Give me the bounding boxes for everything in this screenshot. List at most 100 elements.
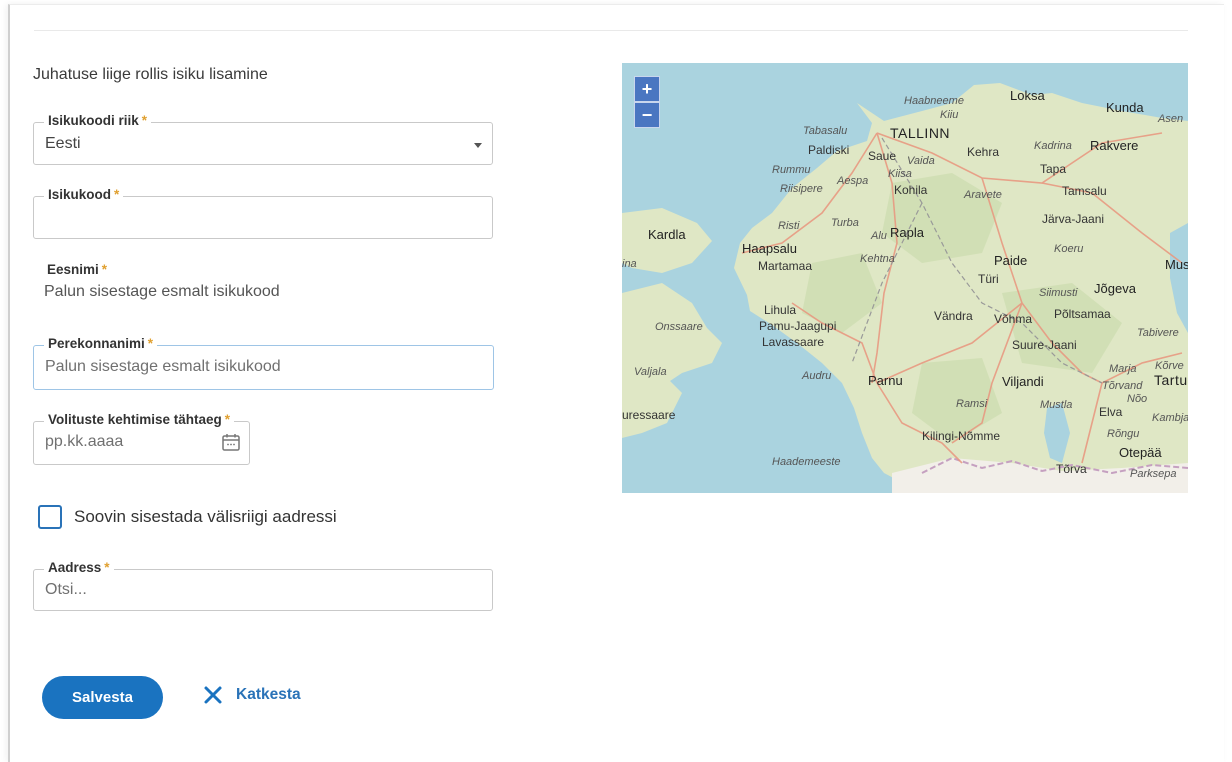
- map-place: Kehtna: [860, 253, 895, 265]
- map-place: Kadrina: [1034, 140, 1072, 152]
- map-place: Kambja: [1152, 412, 1188, 424]
- country-value: Eesti: [45, 135, 81, 152]
- map-place: Suure-Jaani: [1012, 338, 1077, 352]
- map-place: Paldiski: [808, 143, 850, 157]
- zoom-out-button[interactable]: −: [634, 102, 660, 128]
- map-place: Aespa: [837, 175, 869, 187]
- validity-date-label: Volituste kehtimise tähtaeg *: [44, 412, 235, 427]
- map-place: uressaare: [622, 408, 676, 422]
- map-place: Rõngu: [1107, 428, 1140, 440]
- zoom-control: + −: [634, 76, 660, 128]
- foreign-address-label[interactable]: Soovin sisestada välisriigi aadressi: [74, 507, 337, 527]
- first-name-label: Eesnimi *: [47, 262, 108, 277]
- calendar-icon[interactable]: [221, 432, 241, 452]
- map-place: Siimusti: [1039, 287, 1078, 299]
- map-place: Valjala: [634, 366, 667, 378]
- first-name-value: Palun sisestage esmalt isikukood: [44, 283, 280, 300]
- map-place: Martamaa: [758, 259, 813, 273]
- map-place: Tartu: [1154, 372, 1188, 388]
- map-place: Järva-Jaani: [1042, 212, 1105, 226]
- map-place: Rapla: [890, 225, 924, 240]
- map-place: Risti: [778, 220, 800, 232]
- map-place: Lihula: [764, 303, 797, 317]
- required-marker: *: [114, 187, 120, 202]
- country-select[interactable]: Isikukoodi riik * Eesti: [33, 113, 493, 165]
- map-place: Riisipere: [780, 183, 823, 195]
- map-place: Kohila: [894, 183, 928, 197]
- map-place: Onssaare: [655, 321, 703, 333]
- map-place: ina: [622, 258, 637, 270]
- country-label: Isikukoodi riik *: [44, 113, 152, 128]
- map-place: Vändra: [934, 309, 973, 323]
- map-place: Marja: [1109, 363, 1137, 375]
- zoom-in-button[interactable]: +: [634, 76, 660, 102]
- map-place: Viljandi: [1002, 374, 1044, 389]
- top-divider: [34, 30, 1188, 31]
- map-place: Alu: [871, 230, 887, 242]
- map-place: Loksa: [1010, 88, 1045, 103]
- map-place: Kunda: [1106, 100, 1144, 115]
- map-place: Paide: [994, 253, 1028, 268]
- map-place: Tabasalu: [803, 125, 848, 137]
- map-view[interactable]: + − Loksa Haabneeme Kiiu Kunda Asen Taba…: [622, 63, 1188, 493]
- last-name-label: Perekonnanimi *: [44, 336, 158, 351]
- map-place: Kõrve: [1155, 360, 1184, 372]
- map-place: Parksepa: [1130, 468, 1177, 480]
- map-place: Aravete: [964, 189, 1002, 201]
- map-place: Tamsalu: [1062, 184, 1107, 198]
- map-place: Rakvere: [1090, 138, 1139, 153]
- map-place: Tapa: [1040, 162, 1067, 176]
- foreign-address-row[interactable]: Soovin sisestada välisriigi aadressi: [38, 505, 337, 529]
- map-place: Rummu: [772, 164, 811, 176]
- validity-date-input[interactable]: Volituste kehtimise tähtaeg * pp.kk.aaaa: [33, 412, 250, 465]
- map-place: Mus: [1165, 257, 1188, 272]
- map-place: Elva: [1099, 405, 1123, 419]
- map-place: Mustla: [1040, 399, 1073, 411]
- map-place: Lavassaare: [762, 335, 825, 349]
- address-placeholder: Otsi...: [45, 581, 87, 598]
- map-place: Põltsamaa: [1054, 307, 1111, 321]
- map-place: Saue: [868, 149, 897, 163]
- map-place: Asen: [1158, 113, 1184, 125]
- foreign-address-checkbox[interactable]: [38, 505, 62, 529]
- map-place: Jõgeva: [1094, 281, 1136, 296]
- map-place: Tabivere: [1137, 327, 1179, 339]
- map-place: Tõrvand: [1102, 380, 1143, 392]
- required-marker: *: [141, 113, 148, 128]
- required-marker: *: [224, 412, 231, 427]
- cancel-button[interactable]: Katkesta: [202, 684, 301, 706]
- required-marker: *: [101, 262, 108, 277]
- map-place: Võhma: [994, 312, 1033, 326]
- map-place: Turba: [831, 217, 859, 229]
- chevron-down-icon: [474, 143, 482, 148]
- map-place: Kardla: [648, 227, 686, 242]
- map-place: Haapsalu: [742, 241, 797, 256]
- map-place: Audru: [802, 370, 832, 382]
- required-marker: *: [104, 560, 110, 575]
- close-icon: [204, 686, 222, 704]
- map-place: Ramsi: [956, 398, 988, 410]
- save-button[interactable]: Salvesta: [42, 676, 163, 719]
- map-place: Vaida: [907, 155, 935, 167]
- map-place: Haademeeste: [772, 456, 841, 468]
- map-place: Pamu-Jaagupi: [759, 319, 837, 333]
- map-place: Otepää: [1119, 445, 1162, 460]
- map-place: TALLINN: [890, 125, 951, 141]
- map-place: Tõrva: [1056, 462, 1087, 476]
- map-place: Parnu: [868, 373, 903, 388]
- map-place: Kiisa: [888, 168, 912, 180]
- map-place: Kilingi-Nõmme: [922, 429, 1001, 443]
- map-place: Nõo: [1127, 393, 1148, 405]
- map-place: Türi: [978, 272, 999, 286]
- map-place: Kehra: [967, 145, 1000, 159]
- id-code-input[interactable]: Isikukood *: [33, 187, 493, 239]
- address-label: Aadress *: [44, 560, 114, 575]
- last-name-value: Palun sisestage esmalt isikukood: [45, 358, 281, 375]
- address-input[interactable]: Aadress * Otsi...: [33, 560, 493, 611]
- map-place: Kiiu: [940, 109, 959, 121]
- cancel-label: Katkesta: [236, 686, 301, 703]
- required-marker: *: [147, 336, 154, 351]
- map-place: Haabneeme: [904, 95, 964, 107]
- form-title: Juhatuse liige rollis isiku lisamine: [33, 66, 268, 83]
- last-name-field[interactable]: Perekonnanimi * Palun sisestage esmalt is…: [33, 336, 494, 390]
